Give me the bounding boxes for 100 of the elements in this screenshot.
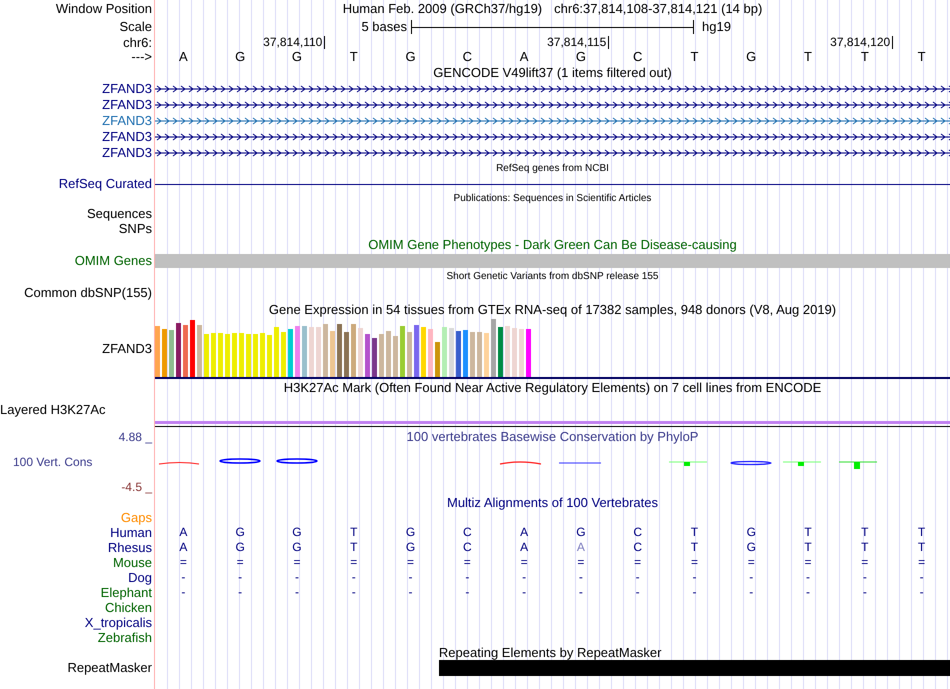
alignment-base: G [576,526,586,539]
expression-bar [246,334,251,377]
base-letter: T [690,50,698,64]
track-label: RefSeq Curated [58,177,152,191]
track-label: Layered H3K27Ac [0,402,106,417]
gene-label: ZFAND3 [102,98,152,112]
track-title: Short Genetic Variants from dbSNP release 155 [446,270,658,284]
alignment-base: - [408,571,413,584]
alignment-base: = [577,556,584,569]
alignment-base: A [179,541,188,554]
alignment-base: - [636,586,640,599]
coordinate-tick: 37,814,110 [263,36,326,49]
alignment-base: - [692,571,696,584]
track-label: Gaps [120,510,152,524]
base-letter: T [350,50,358,64]
track-label: 100 Vert. Cons [13,456,92,469]
base-letter: C [632,50,642,64]
alignment-base: = [634,556,642,569]
base-letter: G [746,50,756,64]
expression-bar [225,334,230,377]
expression-bar [162,329,167,377]
expression-bar [176,323,181,377]
alignment-base: - [578,571,583,584]
alignment-base: - [920,586,924,599]
alignment-base: T [804,541,812,554]
expression-bar [239,333,244,377]
expression-bar [449,328,454,377]
alignment-base: - [465,586,470,599]
axis-min-label: -4.5 _ [121,481,152,494]
alignment-base: G [292,541,302,554]
expression-bar [505,326,510,377]
expression-bar [295,326,300,377]
expression-bar [358,328,363,377]
species-label: Rhesus [108,540,152,554]
species-label: X_tropicalis [84,616,152,630]
alignment-base: - [920,571,924,584]
alignment-base: = [918,556,926,569]
expression-bar [484,333,489,377]
assembly-title: Human Feb. 2009 (GRCh37/hg19) [342,2,542,16]
alignment-base: = [350,556,358,569]
expression-bar [323,324,328,377]
alignment-base: T [690,526,698,539]
alignment-base: C [633,541,642,554]
scale-assembly-text: hg19 [701,20,731,34]
alignment-base: A [520,541,528,554]
alignment-base: = [748,556,755,569]
expression-bar [470,332,475,377]
base-letter: A [520,50,528,64]
base-letter: T [860,50,869,64]
alignment-base: - [862,571,867,584]
track-title: Repeating Elements by RepeatMasker [438,646,662,660]
expression-bar [344,332,349,377]
expression-bar [512,328,517,377]
track-label: chr6: [123,36,152,50]
expression-bar [281,332,286,377]
alignment-base: = [804,556,812,569]
expression-bar [232,333,237,377]
expression-bar [260,333,265,377]
base-letter: A [179,50,188,64]
alignment-base: - [238,586,242,599]
expression-bar [204,334,209,377]
alignment-base: - [352,586,356,599]
expression-bar [267,335,272,377]
track-title: RefSeq genes from NCBI [496,162,609,176]
expression-bar [393,336,398,377]
track-label: OMIM Genes [74,254,152,268]
gene-label: ZFAND3 [102,146,152,160]
expression-bar [197,325,202,377]
position-text: chr6:37,814,108-37,814,121 (14 bp) [554,2,762,16]
base-letter: C [462,50,472,64]
expression-bar [302,326,307,377]
alignment-base: = [180,556,187,569]
track-label: ZFAND3 [102,342,152,356]
track-label: RepeatMasker [67,661,152,677]
expression-bar [400,326,405,377]
alignment-base: A [520,526,528,539]
alignment-base: - [294,571,299,584]
track-title: H3K27Ac Mark (Often Found Near Active Regulatory Elements) on 7 cell lines from ENCODE [284,381,822,395]
track-title: Multiz Alignments of 100 Vertebrates [446,496,658,510]
expression-bar [253,334,258,377]
expression-bar [351,324,356,377]
expression-bar [421,327,426,377]
alignment-base: = [464,556,471,569]
expression-bar [435,342,440,377]
expression-bar [414,325,419,377]
alignment-base: - [862,586,867,599]
alignment-base: G [406,541,416,554]
alignment-base: G [292,526,302,539]
expression-bar [477,332,482,377]
track-title: Gene Expression in 54 tissues from GTEx RNA-seq of 17382 samples, 948 donors (V8, Aug 2019) [268,303,836,317]
expression-bar [428,329,433,377]
base-letter: G [576,50,586,64]
track-title: Publications: Sequences in Scientific Articles [454,192,652,206]
species-label: Zebrafish [98,630,152,644]
expression-bar [190,320,195,377]
alignment-base: T [918,541,926,554]
expression-bar [211,333,216,377]
alignment-base: - [749,571,754,584]
expression-bar [519,329,524,377]
alignment-base: = [690,556,698,569]
